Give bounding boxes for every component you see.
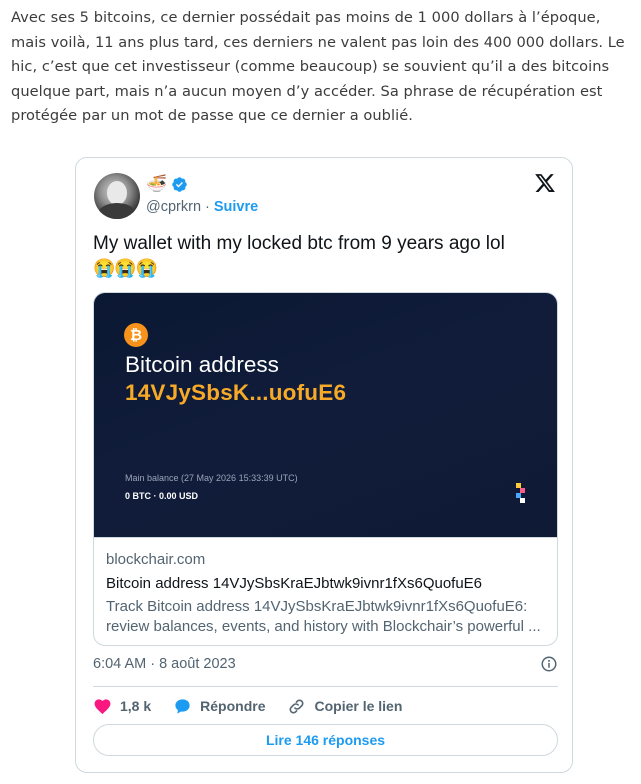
follow-button[interactable]: Suivre <box>214 199 258 215</box>
balance-value: 0 BTC · 0.00 USD <box>125 491 199 501</box>
tweet-body: My wallet with my locked btc from 9 year… <box>93 233 505 254</box>
author-handle[interactable]: @cprkrn <box>146 199 201 215</box>
balance-label: Main balance (27 May 2026 15:33:39 UTC) <box>125 473 298 483</box>
preview-image[interactable]: ₿ Bitcoin address 14VJySbsK...uofuE6 Mai… <box>94 293 557 537</box>
read-replies-button[interactable]: Lire 146 réponses <box>93 724 558 756</box>
copy-link-button[interactable]: Copier le lien <box>287 697 402 716</box>
blockchair-logo-icon <box>516 483 525 503</box>
preview-link-title: Bitcoin address 14VJySbsKraEJbtwk9ivnr1f… <box>106 575 483 592</box>
link-icon <box>290 699 304 713</box>
copy-link-label: Copier le lien <box>314 698 403 714</box>
tweet-embed[interactable]: 🍜 @cprkrn · Suivre My wallet with my loc… <box>75 157 573 773</box>
divider <box>93 686 558 687</box>
preview-domain: blockchair.com <box>106 551 206 568</box>
info-icon[interactable] <box>540 655 558 673</box>
preview-heading: Bitcoin address <box>125 352 279 377</box>
x-logo-icon[interactable] <box>534 172 556 194</box>
verified-badge-icon <box>172 176 187 192</box>
timestamp[interactable]: 6:04 AM · 8 août 2023 <box>93 656 236 672</box>
crying-emojis: 😭😭😭 <box>93 258 158 278</box>
reply-label: Répondre <box>200 698 266 714</box>
preview-description: Track Bitcoin address 14VJySbsKraEJbtwk9… <box>106 598 541 635</box>
preview-address: 14VJySbsK...uofuE6 <box>125 380 347 405</box>
separator-dot: · <box>205 199 210 215</box>
heart-icon <box>94 698 111 714</box>
article-paragraph: Avec ses 5 bitcoins, ce dernier possédai… <box>11 9 625 124</box>
author-handle-row: @cprkrn · Suivre <box>146 199 258 215</box>
timestamp-row: 6:04 AM · 8 août 2023 <box>93 653 558 675</box>
like-count: 1,8 k <box>120 698 152 714</box>
bitcoin-icon: ₿ <box>124 323 148 347</box>
preview-footer[interactable]: blockchair.com Bitcoin address 14VJySbsK… <box>94 537 557 645</box>
link-preview-card[interactable]: ₿ Bitcoin address 14VJySbsK...uofuE6 Mai… <box>93 292 558 646</box>
reply-bubble-icon <box>175 698 190 714</box>
like-button[interactable]: 1,8 k <box>93 697 151 716</box>
avatar[interactable] <box>94 173 140 219</box>
noodle-emoji: 🍜 <box>146 174 168 193</box>
reply-button[interactable]: Répondre <box>173 697 265 716</box>
author-name-row[interactable]: 🍜 <box>146 175 188 193</box>
tweet-text: My wallet with my locked btc from 9 year… <box>93 232 558 281</box>
action-bar: 1,8 k Répondre Copier le lien <box>93 694 558 718</box>
